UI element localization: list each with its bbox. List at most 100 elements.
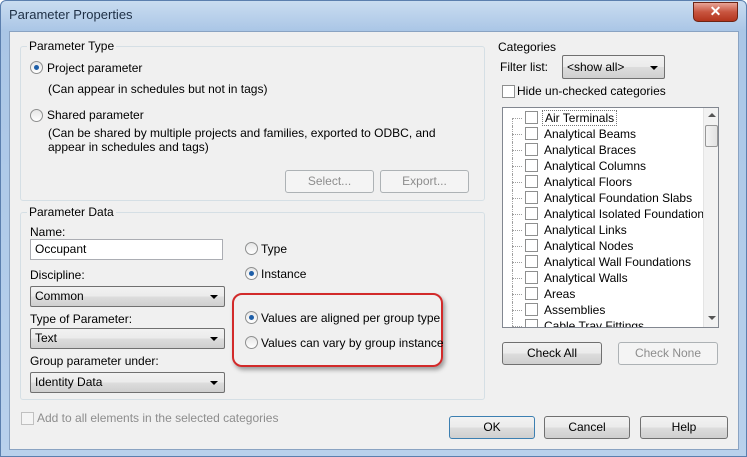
chevron-down-icon — [650, 66, 658, 70]
cancel-button[interactable]: Cancel — [544, 416, 630, 439]
shared-parameter-label: Shared parameter — [47, 108, 144, 122]
scroll-thumb[interactable] — [705, 125, 718, 147]
list-item[interactable]: Analytical Floors — [503, 174, 703, 190]
list-item[interactable]: Analytical Braces — [503, 142, 703, 158]
category-checkbox[interactable] — [525, 239, 538, 252]
discipline-value: Common — [35, 289, 84, 303]
category-label: Analytical Braces — [544, 143, 637, 157]
category-label: Cable Tray Fittings — [544, 319, 645, 328]
category-checkbox[interactable] — [525, 159, 538, 172]
category-label: Air Terminals — [542, 110, 618, 126]
shared-parameter-note-2: appear in schedules and tags) — [48, 140, 209, 154]
list-item[interactable]: Analytical Links — [503, 222, 703, 238]
tree-line — [512, 198, 522, 199]
tree-line — [512, 246, 522, 247]
values-vary-label: Values can vary by group instance — [261, 336, 444, 350]
category-checkbox[interactable] — [525, 175, 538, 188]
scroll-down-icon[interactable] — [708, 316, 716, 320]
type-of-parameter-select[interactable]: Text — [30, 328, 225, 349]
values-vary-radio[interactable] — [245, 336, 258, 349]
name-field[interactable]: Occupant — [30, 239, 223, 260]
close-icon: ✕ — [709, 3, 722, 19]
type-radio-label: Type — [261, 242, 288, 256]
chevron-down-icon — [210, 381, 218, 385]
list-item[interactable]: Analytical Walls — [503, 270, 703, 286]
category-label: Analytical Foundation Slabs — [544, 191, 693, 205]
tree-line — [512, 134, 522, 135]
discipline-select[interactable]: Common — [30, 286, 225, 307]
chevron-down-icon — [210, 295, 218, 299]
categories-list[interactable]: Air Terminals Analytical Beams Analytica… — [502, 107, 719, 328]
category-checkbox[interactable] — [525, 207, 538, 220]
group-parameter-select[interactable]: Identity Data — [30, 372, 225, 393]
export-button[interactable]: Export... — [380, 170, 469, 193]
list-item[interactable]: Analytical Columns — [503, 158, 703, 174]
category-checkbox[interactable] — [525, 303, 538, 316]
annotation-highlight — [232, 293, 443, 367]
tree-line — [512, 182, 522, 183]
category-label: Areas — [544, 287, 576, 301]
list-item[interactable]: Assemblies — [503, 302, 703, 318]
list-item[interactable]: Analytical Foundation Slabs — [503, 190, 703, 206]
list-item[interactable]: Analytical Isolated Foundations — [503, 206, 710, 222]
categories-scrollbar[interactable] — [703, 108, 718, 327]
category-checkbox[interactable] — [525, 287, 538, 300]
close-button[interactable]: ✕ — [693, 2, 738, 22]
values-aligned-radio[interactable] — [245, 311, 258, 324]
list-item[interactable]: Areas — [503, 286, 703, 302]
instance-radio-label: Instance — [261, 267, 307, 281]
tree-line — [512, 262, 522, 263]
help-button[interactable]: Help — [640, 416, 728, 439]
tree-line — [512, 118, 513, 126]
ok-button[interactable]: OK — [449, 416, 535, 439]
list-item[interactable]: Air Terminals — [503, 110, 703, 126]
tree-line — [512, 326, 522, 327]
category-checkbox[interactable] — [525, 127, 538, 140]
tree-line — [512, 230, 522, 231]
scroll-up-icon[interactable] — [708, 113, 716, 117]
name-label: Name: — [30, 225, 66, 239]
discipline-label: Discipline: — [30, 268, 85, 282]
shared-parameter-radio[interactable] — [30, 109, 43, 122]
category-checkbox[interactable] — [525, 191, 538, 204]
category-label: Analytical Links — [544, 223, 627, 237]
select-button[interactable]: Select... — [285, 170, 374, 193]
category-label: Assemblies — [544, 303, 606, 317]
tree-line — [512, 214, 522, 215]
filter-list-select[interactable]: <show all> — [562, 55, 665, 79]
category-checkbox[interactable] — [525, 223, 538, 236]
add-to-all-checkbox[interactable] — [21, 412, 34, 425]
list-item[interactable]: Cable Tray Fittings — [503, 318, 703, 328]
category-checkbox[interactable] — [525, 319, 538, 327]
list-item[interactable]: Analytical Wall Foundations — [503, 254, 703, 270]
category-checkbox[interactable] — [525, 255, 538, 268]
tree-line — [512, 150, 522, 151]
group-parameter-label: Group parameter under: — [30, 354, 159, 368]
filter-list-label: Filter list: — [500, 60, 548, 74]
window-title: Parameter Properties — [9, 7, 133, 22]
group-parameter-value: Identity Data — [35, 375, 103, 389]
instance-radio[interactable] — [245, 267, 258, 280]
list-item[interactable]: Analytical Beams — [503, 126, 703, 142]
categories-label: Categories — [498, 40, 557, 54]
category-checkbox[interactable] — [525, 111, 538, 124]
check-all-button[interactable]: Check All — [502, 342, 602, 365]
category-label: Analytical Beams — [544, 127, 637, 141]
list-item[interactable]: Analytical Nodes — [503, 238, 703, 254]
tree-line — [512, 294, 522, 295]
tree-line — [512, 310, 522, 311]
category-checkbox[interactable] — [525, 271, 538, 284]
project-parameter-radio[interactable] — [30, 61, 43, 74]
shared-parameter-note-1: (Can be shared by multiple projects and … — [48, 126, 436, 140]
hide-unchecked-checkbox[interactable] — [502, 85, 515, 98]
check-none-button[interactable]: Check None — [618, 342, 718, 365]
category-label: Analytical Floors — [544, 175, 633, 189]
type-radio[interactable] — [245, 242, 258, 255]
tree-line — [512, 118, 522, 119]
category-label: Analytical Columns — [544, 159, 647, 173]
parameter-type-label: Parameter Type — [27, 39, 117, 53]
type-of-parameter-label: Type of Parameter: — [30, 312, 133, 326]
category-checkbox[interactable] — [525, 143, 538, 156]
filter-list-value: <show all> — [567, 60, 625, 74]
add-to-all-label: Add to all elements in the selected cate… — [37, 411, 279, 425]
